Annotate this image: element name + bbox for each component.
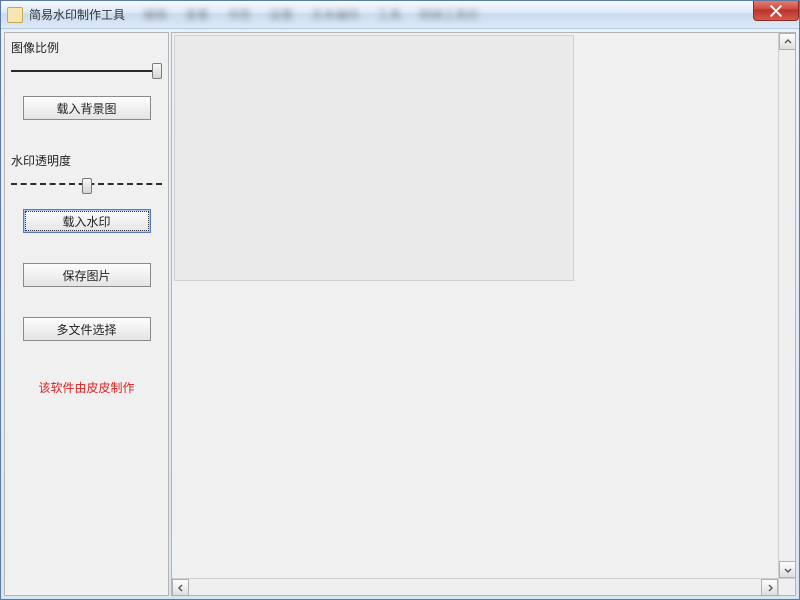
scroll-v-track[interactable]	[779, 50, 795, 561]
chevron-left-icon	[177, 584, 185, 592]
window-controls	[753, 1, 799, 21]
credit-text: 该软件由皮皮制作	[11, 379, 162, 396]
scroll-right-button[interactable]	[761, 579, 778, 596]
client-area: 图像比例 载入背景图 水印透明度 载入水印 保存图片 多文件选择 该软件由皮皮制…	[1, 29, 799, 599]
opacity-slider-thumb[interactable]	[82, 178, 92, 194]
scroll-down-button[interactable]	[779, 561, 796, 578]
app-window: 简易水印制作工具 编辑查看书签设置文本编码工具网络工具栏 图像比例 载入背景图 …	[0, 0, 800, 600]
scroll-left-button[interactable]	[172, 579, 189, 596]
save-image-button[interactable]: 保存图片	[23, 263, 151, 287]
canvas-placeholder	[174, 35, 574, 281]
canvas-viewport	[172, 33, 778, 578]
multi-file-select-button[interactable]: 多文件选择	[23, 317, 151, 341]
opacity-slider[interactable]	[11, 175, 162, 193]
chevron-up-icon	[784, 38, 792, 46]
load-watermark-button[interactable]: 载入水印	[23, 209, 151, 233]
horizontal-scrollbar[interactable]	[172, 578, 778, 595]
vertical-scrollbar[interactable]	[778, 33, 795, 578]
scale-label: 图像比例	[11, 39, 162, 56]
chevron-down-icon	[784, 566, 792, 574]
load-background-button[interactable]: 载入背景图	[23, 96, 151, 120]
scale-slider[interactable]	[11, 62, 162, 80]
chevron-right-icon	[766, 584, 774, 592]
menu-blurred: 编辑查看书签设置文本编码工具网络工具栏	[143, 6, 799, 23]
close-icon	[770, 5, 782, 17]
scroll-up-button[interactable]	[779, 33, 796, 50]
scale-slider-thumb[interactable]	[152, 63, 162, 79]
close-button[interactable]	[753, 1, 799, 21]
scrollbar-corner	[778, 578, 795, 595]
titlebar: 简易水印制作工具 编辑查看书签设置文本编码工具网络工具栏	[1, 1, 799, 29]
left-panel: 图像比例 载入背景图 水印透明度 载入水印 保存图片 多文件选择 该软件由皮皮制…	[4, 32, 169, 596]
scroll-h-track[interactable]	[189, 579, 761, 595]
opacity-label: 水印透明度	[11, 152, 162, 169]
window-title: 简易水印制作工具	[29, 6, 125, 23]
app-icon	[7, 7, 23, 23]
canvas-panel	[171, 32, 796, 596]
